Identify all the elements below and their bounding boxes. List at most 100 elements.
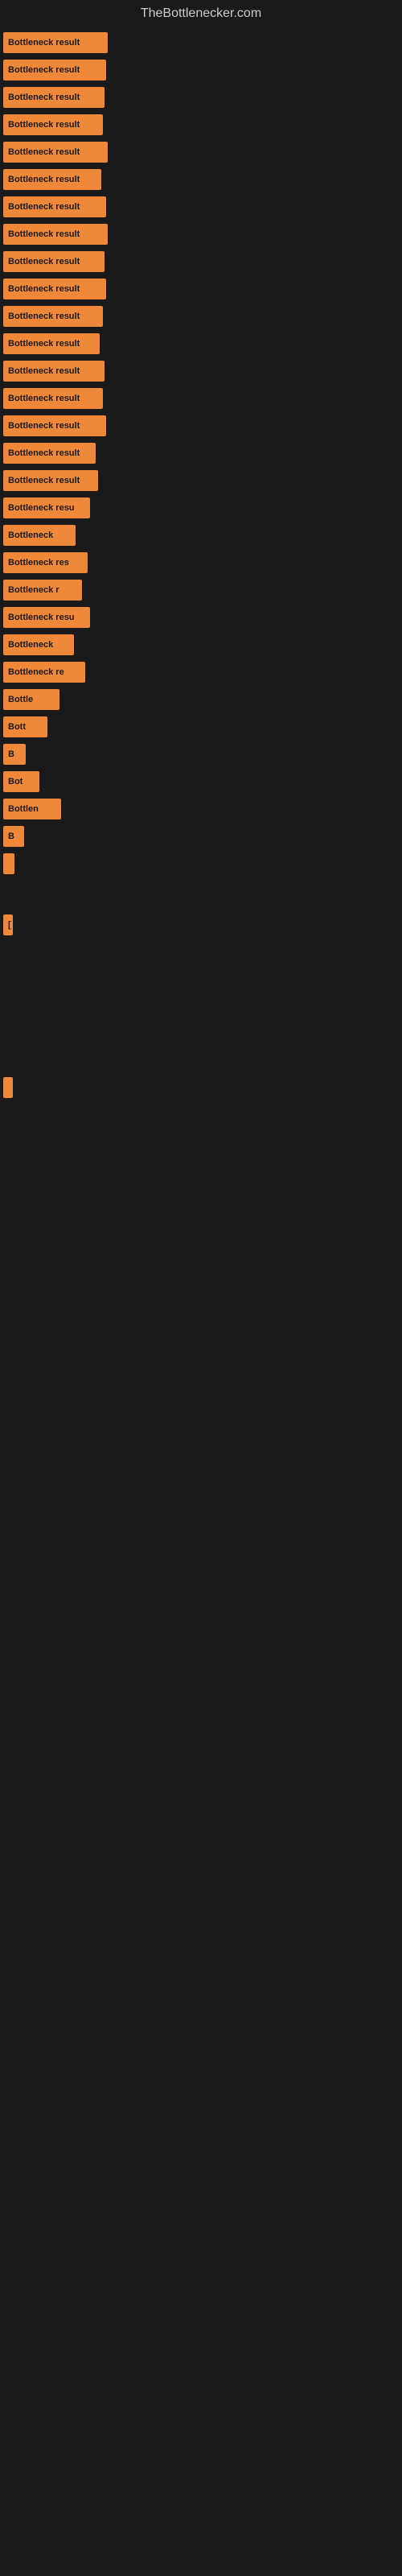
bottleneck-bar: Bottleneck res <box>3 552 88 573</box>
bottleneck-bar: Bottleneck <box>3 525 76 546</box>
bar-row <box>0 1043 402 1071</box>
bottleneck-bar: Bottleneck <box>3 634 74 655</box>
bar-row: Bottleneck result <box>0 114 402 135</box>
bottleneck-bar: Bottleneck resu <box>3 497 90 518</box>
bar-row: Bottleneck result <box>0 443 402 464</box>
bar-row: Bottleneck result <box>0 306 402 327</box>
bottleneck-bar: Bottleneck result <box>3 60 106 80</box>
bottleneck-bar: Bottleneck result <box>3 388 103 409</box>
bottleneck-bar: Bottleneck result <box>3 470 98 491</box>
bar-label: Bottleneck result <box>8 339 80 349</box>
bar-label: Bottle <box>8 695 33 704</box>
bar-row: Bottleneck res <box>0 552 402 573</box>
bar-row: Bottleneck result <box>0 415 402 436</box>
bottleneck-bar: Bottlen <box>3 799 61 819</box>
bar-row: Bottleneck result <box>0 251 402 272</box>
bar-label: Bottleneck <box>8 530 53 540</box>
bar-label: Bott <box>8 722 26 732</box>
bottleneck-bar: Bottleneck result <box>3 114 103 135</box>
bar-label: Bottleneck result <box>8 394 80 403</box>
bar-label: Bottleneck result <box>8 229 80 239</box>
bar-row: Bottleneck result <box>0 470 402 491</box>
bottleneck-bar: Bottleneck result <box>3 251 105 272</box>
bar-row <box>0 881 402 908</box>
bar-label: Bottleneck result <box>8 38 80 47</box>
bar-label: B <box>8 832 14 841</box>
site-header: TheBottlenecker.com <box>0 0 402 24</box>
bottleneck-bar: B <box>3 744 26 765</box>
bottleneck-bar <box>3 853 14 874</box>
bottleneck-bar: Bottleneck result <box>3 415 106 436</box>
bottleneck-bar: Bottleneck re <box>3 662 85 683</box>
bar-label: Bottleneck res <box>8 558 69 568</box>
bar-label: B <box>8 749 14 759</box>
bar-row: Bottle <box>0 689 402 710</box>
bottleneck-bar: Bottleneck resu <box>3 607 90 628</box>
bottleneck-bar: Bottleneck result <box>3 333 100 354</box>
bar-row: Bottleneck result <box>0 169 402 190</box>
bar-row: Bottleneck result <box>0 60 402 80</box>
bar-label: Bottleneck result <box>8 284 80 294</box>
bar-label: Bottleneck result <box>8 366 80 376</box>
bar-row: [ <box>0 914 402 935</box>
bar-label: Bottleneck result <box>8 202 80 212</box>
bar-row: B <box>0 826 402 847</box>
bar-label: Bottleneck result <box>8 65 80 75</box>
bar-label: Bottleneck result <box>8 448 80 458</box>
bottleneck-bar: Bottleneck result <box>3 443 96 464</box>
bar-label: [ <box>8 920 11 930</box>
bottleneck-bar: Bottleneck result <box>3 361 105 382</box>
site-title: TheBottlenecker.com <box>0 0 402 24</box>
bar-row <box>0 976 402 1003</box>
bar-label: Bottleneck result <box>8 120 80 130</box>
bar-row <box>0 853 402 874</box>
bar-label: Bottleneck r <box>8 585 59 595</box>
bottleneck-bar: Bottleneck result <box>3 142 108 163</box>
bar-row: Bottleneck result <box>0 279 402 299</box>
bar-row: Bottleneck result <box>0 196 402 217</box>
bar-row <box>0 942 402 969</box>
bottleneck-bar: Bottleneck result <box>3 224 108 245</box>
bar-row: Bottleneck re <box>0 662 402 683</box>
bar-row: Bottleneck resu <box>0 607 402 628</box>
bar-label: Bottleneck resu <box>8 503 75 513</box>
bar-label: Bottlen <box>8 804 39 814</box>
bars-container: Bottleneck result Bottleneck result Bottle… <box>0 24 402 1098</box>
bottleneck-bar: Bottle <box>3 689 59 710</box>
bar-row: Bottleneck resu <box>0 497 402 518</box>
bottleneck-bar: Bottleneck result <box>3 32 108 53</box>
bar-label: Bottleneck <box>8 640 53 650</box>
bar-row: Bottleneck result <box>0 142 402 163</box>
bar-row: Bottleneck <box>0 634 402 655</box>
bottleneck-bar: B <box>3 826 24 847</box>
bar-label: Bottleneck resu <box>8 613 75 622</box>
bar-row: Bottleneck result <box>0 224 402 245</box>
bottleneck-bar: Bottleneck result <box>3 279 106 299</box>
bar-label: Bottleneck result <box>8 312 80 321</box>
bar-row: Bottleneck result <box>0 32 402 53</box>
bar-label: Bottleneck result <box>8 476 80 485</box>
bottleneck-bar: [ <box>3 914 13 935</box>
bottleneck-bar <box>3 1077 13 1098</box>
bottleneck-bar: Bot <box>3 771 39 792</box>
bar-row: Bottleneck result <box>0 361 402 382</box>
bar-row: Bott <box>0 716 402 737</box>
bar-row: Bottlen <box>0 799 402 819</box>
bar-row <box>0 1077 402 1098</box>
bottleneck-bar: Bottleneck result <box>3 196 106 217</box>
bar-label: Bottleneck result <box>8 175 80 184</box>
bar-label: Bot <box>8 777 23 786</box>
bar-row: Bottleneck result <box>0 388 402 409</box>
bar-row <box>0 1009 402 1037</box>
bar-label: Bottleneck re <box>8 667 64 677</box>
bar-row: Bottleneck <box>0 525 402 546</box>
bottleneck-bar: Bott <box>3 716 47 737</box>
bottleneck-bar: Bottleneck r <box>3 580 82 601</box>
bar-row: Bottleneck result <box>0 87 402 108</box>
bar-row: Bottleneck result <box>0 333 402 354</box>
bar-row: Bot <box>0 771 402 792</box>
bottleneck-bar: Bottleneck result <box>3 87 105 108</box>
bar-row: Bottleneck r <box>0 580 402 601</box>
bar-label: Bottleneck result <box>8 147 80 157</box>
bottleneck-bar: Bottleneck result <box>3 306 103 327</box>
